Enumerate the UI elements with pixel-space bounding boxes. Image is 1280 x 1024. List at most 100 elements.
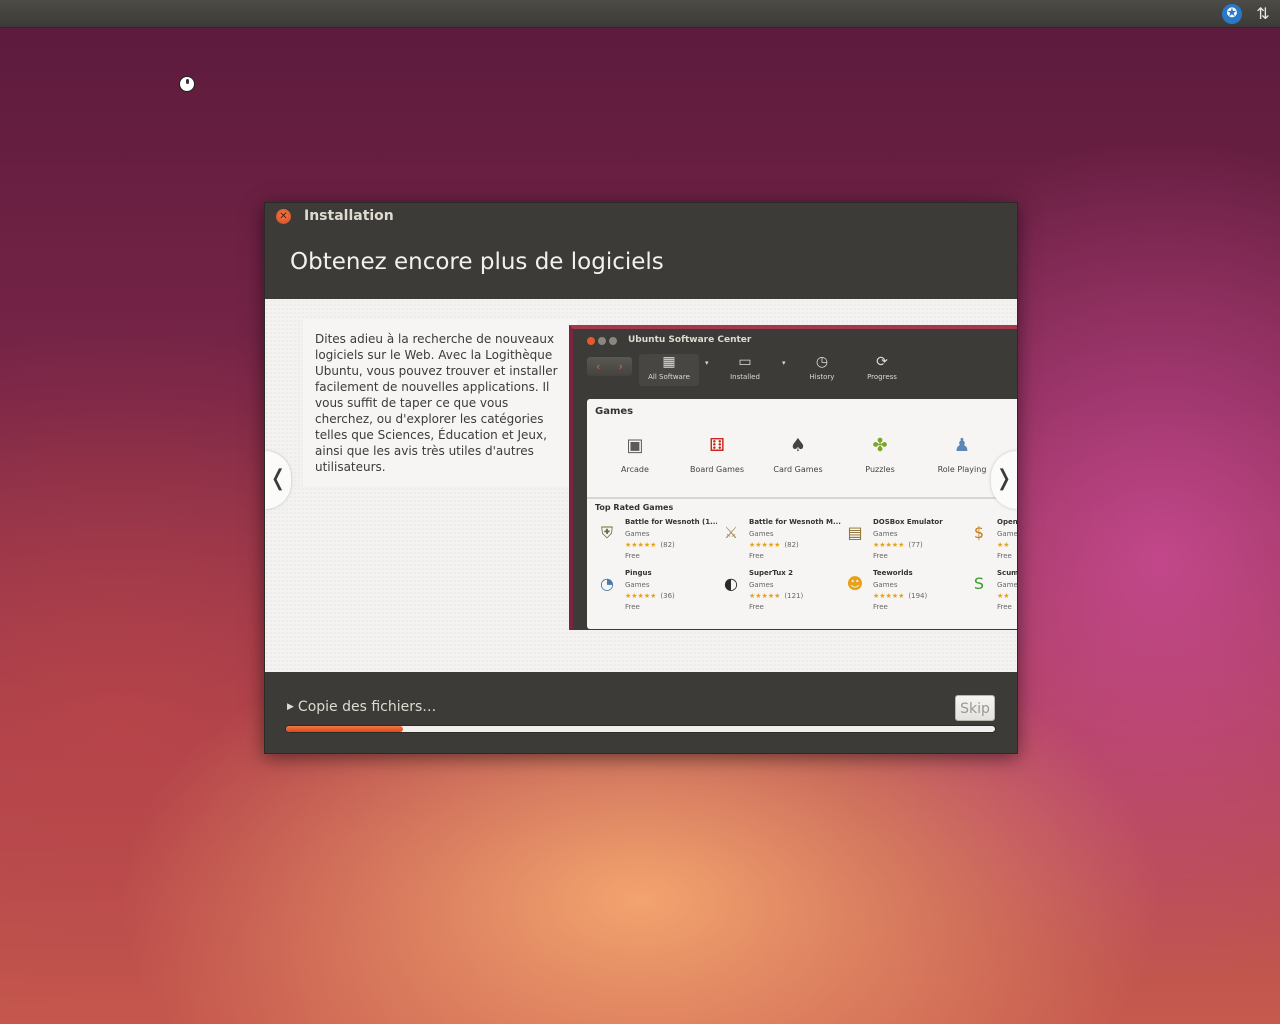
app-rating-count: (77) [908,541,923,549]
app-icon: ▤ [847,523,863,542]
close-icon[interactable]: ✕ [276,209,291,224]
usc-close-icon [587,337,595,345]
usc-tool-label: All Software [648,373,690,381]
previous-slide-button[interactable]: ❬ [265,451,291,509]
usc-category-item: ♠ Card Games [763,433,833,474]
usc-forward-icon: › [618,360,623,373]
app-price: Free [873,552,888,560]
app-price: Free [749,552,764,560]
app-icon: ◐ [724,574,738,593]
app-rating: ★★★★★ (36) [625,592,675,600]
status-text: Copie des fichiers… [297,699,437,715]
app-rating: ★★★★★ (82) [625,541,675,549]
category-label: Arcade [621,465,649,474]
app-name: Teeworlds [873,569,913,577]
app-rating: ★★ [997,541,1010,549]
category-label: Card Games [773,465,823,474]
app-rating: ★★★★★ (121) [749,592,804,600]
usc-window-buttons [587,337,617,345]
category-label: Puzzles [865,465,895,474]
usc-app-item: ⛨ Battle for Wesnoth (1... Games ★★★★★ (82) F… [593,517,717,563]
app-name: Scum [997,569,1017,577]
usc-app-item: ◔ Pingus Games ★★★★★ (36) Free [593,568,717,614]
app-rating-count: (82) [784,541,799,549]
app-rating: ★★★★★ (77) [873,541,923,549]
app-rating-count: (194) [908,592,928,600]
usc-app-item: S Scum Game ★★ Free [965,568,1017,614]
usc-app-item: ◐ SuperTux 2 Games ★★★★★ (121) Free [717,568,841,614]
usc-section-title: Games [595,406,634,417]
window-titlebar[interactable]: ✕ Installation [265,203,1017,229]
history-icon: ◷ [815,354,829,370]
app-price: Free [625,603,640,611]
app-name: Battle for Wesnoth M... [749,518,841,526]
usc-tool-label: Installed [730,373,760,381]
app-icon: ⛨ [600,523,613,542]
app-price: Free [997,552,1012,560]
skip-button[interactable]: Skip [955,695,995,721]
usc-category-item: ▣ Arcade [600,433,670,474]
app-rating-count: (36) [660,592,675,600]
expander-triangle-icon[interactable]: ▶ [287,702,294,712]
usc-app-item: ☻ Teeworlds Games ★★★★★ (194) Free [841,568,965,614]
app-name: OpenT [997,518,1017,526]
app-icon: S [973,574,985,593]
usc-maximize-icon [609,337,617,345]
slide-heading-area: Obtenez encore plus de logiciels [265,229,1017,299]
category-label: Role Playing [937,465,987,474]
app-price: Free [873,603,888,611]
category-icon: ⚅ [709,435,725,456]
usc-tool-label: Progress [867,373,897,381]
usc-category-item: ✤ Puzzles [845,433,915,474]
app-category: Games [625,530,650,538]
usc-titlebar: Ubuntu Software Center [573,329,1017,349]
app-category: Games [873,530,898,538]
usc-tool-history: ◷ History [792,354,852,381]
category-label: Board Games [689,465,745,474]
install-status-area: ▶ Copie des fichiers… Skip [265,673,1017,753]
category-icon: ▣ [626,435,644,456]
app-icon: ⚔ [723,523,739,542]
slide-description: Dites adieu à la recherche de nouveaux l… [303,319,577,487]
app-name: SuperTux 2 [749,569,794,577]
usc-title: Ubuntu Software Center [628,335,752,345]
installer-window: ✕ Installation Obtenez encore plus de lo… [264,202,1018,754]
progress-icon: ⟳ [876,354,888,370]
accessibility-icon[interactable]: ✪ [1222,3,1242,24]
usc-app-item: $ OpenT Game ★★ Free [965,517,1017,563]
usc-back-forward: ‹ › [587,357,632,376]
app-category: Games [749,581,774,589]
installed-icon: ▭ [738,354,752,370]
usc-content: Games ▣ Arcade ⚅ Board Games ♠ Card Games ✤ Puz… [587,399,1017,629]
slideshow: ❬ Dites adieu à la recherche de nouveaux… [265,299,1017,672]
usc-tool-all-software: ▦ All Software [639,354,699,386]
app-category: Game [997,530,1017,538]
app-icon: ◔ [600,574,614,593]
status-expander[interactable]: ▶ Copie des fichiers… [287,699,436,715]
app-rating-count: (121) [784,592,804,600]
category-icon: ✤ [872,435,888,456]
usc-category-item: ♟ Role Playing [927,433,997,474]
app-rating-count: (82) [660,541,675,549]
top-panel: ✪ ⇅ [0,0,1280,28]
progress-fill [286,726,403,732]
usc-app-item: ▤ DOSBox Emulator Games ★★★★★ (77) Free [841,517,965,563]
install-progress-bar [285,725,996,733]
network-updown-icon[interactable]: ⇅ [1252,4,1274,24]
software-center-screenshot: Ubuntu Software Center ‹ › ▦ All Software… [569,325,1017,630]
usc-divider [587,497,1017,499]
app-name: DOSBox Emulator [873,518,943,526]
app-category: Games [749,530,774,538]
app-rating: ★★★★★ (194) [873,592,928,600]
app-category: Games [873,581,898,589]
usc-tool-label: History [809,373,835,381]
app-icon: ☻ [846,574,864,593]
usc-tool-progress: ⟳ Progress [852,354,912,381]
app-price: Free [997,603,1012,611]
app-price: Free [749,603,764,611]
all-software-icon: ▦ [662,354,676,370]
usc-tool-installed: ▭ Installed [715,354,775,381]
usc-toolbar: ‹ › ▦ All Software ▾ ▭ Installed ▾ ◷ Hist… [573,349,1017,394]
app-rating: ★★ [997,592,1010,600]
app-name: Battle for Wesnoth (1... [625,518,717,526]
